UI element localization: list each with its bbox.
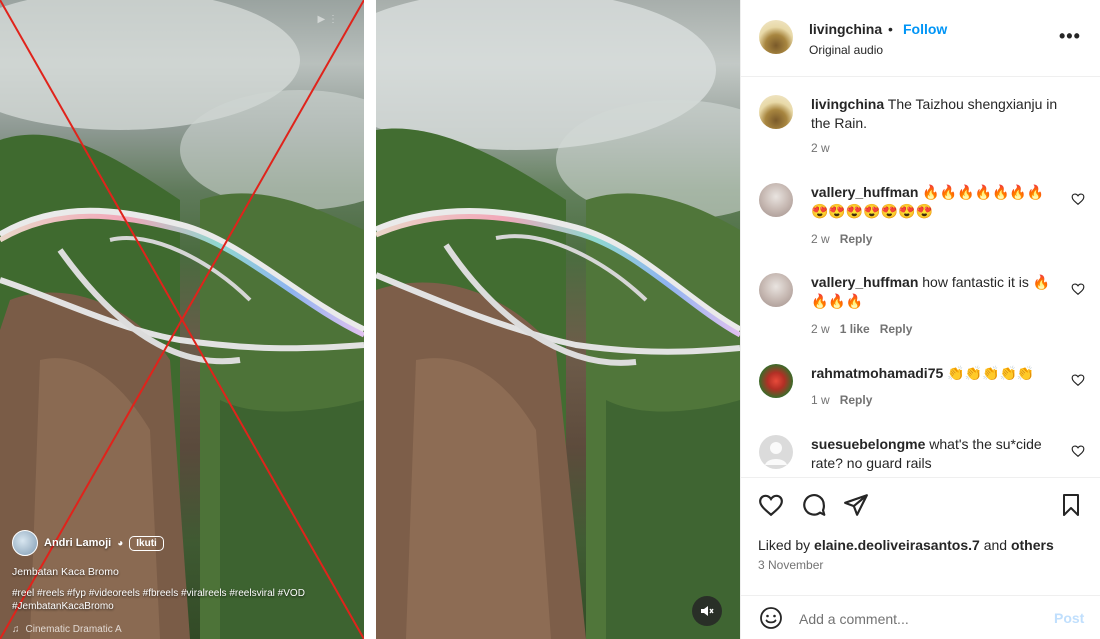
liked-by-line: Liked by elaine.deoliveirasantos.7 and o… xyxy=(758,537,1054,553)
post-side-panel: livingchina • Follow Original audio ••• … xyxy=(740,0,1100,639)
comment-avatar[interactable] xyxy=(759,95,793,129)
post-header: livingchina • Follow Original audio ••• xyxy=(741,0,1100,77)
comment-text: 👏👏👏👏👏 xyxy=(947,365,1035,381)
reel-music-title: Cinematic Dramatic A xyxy=(25,624,122,635)
comment-composer: Post xyxy=(741,595,1100,639)
comment-bubble-icon[interactable] xyxy=(801,492,827,518)
comment-item: suesuebelongme what's the su*cide rate? … xyxy=(741,435,1100,475)
like-comment-heart-icon[interactable] xyxy=(1071,373,1085,387)
video-landscape-image xyxy=(376,0,740,639)
liked-by-prefix: Liked by xyxy=(758,537,811,553)
post-date: 3 November xyxy=(758,558,824,572)
post-actions: Liked by elaine.deoliveirasantos.7 and o… xyxy=(741,477,1100,639)
liked-by-and: and xyxy=(983,537,1008,553)
reel-author-avatar[interactable] xyxy=(12,530,38,556)
comment-input[interactable] xyxy=(799,608,1039,630)
save-bookmark-icon[interactable] xyxy=(1059,492,1083,518)
mute-button[interactable] xyxy=(692,596,722,626)
reel-author-name[interactable]: Andri Lamoji xyxy=(44,537,111,549)
default-avatar-icon xyxy=(765,442,787,465)
comment-body: rahmatmohamadi75 👏👏👏👏👏 xyxy=(811,364,1059,383)
comment-time: 2 w xyxy=(811,232,830,246)
comment-username[interactable]: vallery_huffman xyxy=(811,274,918,290)
comment-time: 1 w xyxy=(811,393,830,407)
comment-avatar[interactable] xyxy=(759,273,793,307)
liked-by-user[interactable]: elaine.deoliveirasantos.7 xyxy=(814,537,980,553)
reel-play-icon[interactable]: ▶ ⋮ xyxy=(318,14,338,25)
comment-meta: 2 w xyxy=(811,141,830,155)
music-note-icon: ♫ xyxy=(12,624,20,635)
comment-avatar[interactable] xyxy=(759,364,793,398)
like-heart-icon[interactable] xyxy=(758,492,784,518)
more-options-icon[interactable]: ••• xyxy=(1059,26,1081,47)
comment-time: 2 w xyxy=(811,322,830,336)
like-comment-heart-icon[interactable] xyxy=(1071,444,1085,458)
comment-username[interactable]: livingchina xyxy=(811,96,884,112)
comment-body: suesuebelongme what's the su*cide rate? … xyxy=(811,435,1059,473)
follow-button[interactable]: Follow xyxy=(903,21,947,37)
post-video[interactable] xyxy=(376,0,740,639)
reply-button[interactable]: Reply xyxy=(840,232,873,246)
comment-username[interactable]: rahmatmohamadi75 xyxy=(811,365,943,381)
reel-music-row[interactable]: ♫ Cinematic Dramatic A xyxy=(12,624,122,635)
reel-screenshot: ▶ ⋮ Andri Lamoji ◕ Ikuti Jembatan Kaca B… xyxy=(0,0,364,639)
comment-likes-count[interactable]: 1 like xyxy=(840,322,870,336)
reel-author-row: Andri Lamoji ◕ Ikuti xyxy=(12,530,164,556)
comment-body: vallery_huffman 🔥🔥🔥🔥🔥🔥🔥 😍😍😍😍😍😍😍 xyxy=(811,183,1059,221)
post-comment-button[interactable]: Post xyxy=(1054,610,1084,626)
author-avatar[interactable] xyxy=(759,20,793,54)
header-separator: • xyxy=(888,21,893,37)
comment-meta: 2 w Reply xyxy=(811,232,872,246)
comment-time: 2 w xyxy=(811,141,830,155)
verified-icon: ◕ xyxy=(117,537,124,549)
emoji-smile-icon[interactable] xyxy=(759,606,783,630)
comment-username[interactable]: vallery_huffman xyxy=(811,184,918,200)
author-username[interactable]: livingchina xyxy=(809,21,882,37)
like-comment-heart-icon[interactable] xyxy=(1071,192,1085,206)
comment-body: livingchina The Taizhou shengxianju in t… xyxy=(811,95,1059,133)
reel-hashtags[interactable]: #reel #reels #fyp #videoreels #fbreels #… xyxy=(12,587,352,613)
reel-caption: Jembatan Kaca Bromo xyxy=(12,566,119,578)
reply-button[interactable]: Reply xyxy=(840,393,873,407)
comment-body: vallery_huffman how fantastic it is 🔥🔥🔥🔥 xyxy=(811,273,1059,311)
audio-label[interactable]: Original audio xyxy=(809,43,883,57)
comment-avatar[interactable] xyxy=(759,183,793,217)
comment-meta: 1 w Reply xyxy=(811,393,872,407)
comment-meta: 2 w 1 like Reply xyxy=(811,322,912,336)
speaker-muted-icon xyxy=(701,606,714,616)
reply-button[interactable]: Reply xyxy=(880,322,913,336)
share-paper-plane-icon[interactable] xyxy=(843,492,869,518)
reel-follow-button[interactable]: Ikuti xyxy=(129,535,164,551)
liked-by-others[interactable]: others xyxy=(1011,537,1054,553)
like-comment-heart-icon[interactable] xyxy=(1071,282,1085,296)
comment-username[interactable]: suesuebelongme xyxy=(811,436,925,452)
comment-avatar[interactable] xyxy=(759,435,793,469)
